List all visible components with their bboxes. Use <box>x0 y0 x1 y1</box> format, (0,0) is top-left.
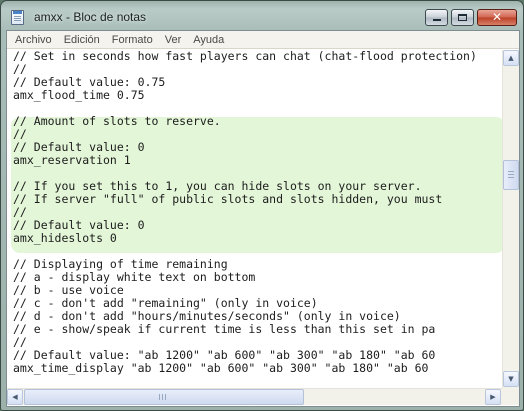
grip-icon <box>159 394 168 400</box>
maximize-button[interactable] <box>451 9 474 26</box>
arrow-left-icon: ◀ <box>12 393 18 401</box>
scrollbar-corner <box>502 388 519 405</box>
notepad-icon <box>11 10 24 25</box>
editor-line: // e - show/speak if current time is les… <box>13 322 436 336</box>
arrow-up-icon: ▲ <box>508 54 514 62</box>
editor-line: amx_reservation 1 <box>13 153 131 167</box>
caption-buttons: ✕ <box>425 9 517 26</box>
minimize-button[interactable] <box>425 9 448 26</box>
minimize-icon <box>433 19 441 21</box>
editor-line: // If server "full" of public slots and … <box>13 192 443 206</box>
window-title: amxx - Bloc de notas <box>34 10 147 24</box>
menu-archivo[interactable]: Archivo <box>9 32 58 48</box>
editor-line: amx_flood_time 0.75 <box>13 88 145 102</box>
scroll-up-button[interactable]: ▲ <box>503 50 519 66</box>
menu-ver[interactable]: Ver <box>159 32 188 48</box>
horizontal-scroll-thumb[interactable] <box>24 389 304 405</box>
scroll-down-button[interactable]: ▼ <box>503 371 519 387</box>
arrow-down-icon: ▼ <box>508 375 514 383</box>
close-icon: ✕ <box>491 10 503 24</box>
arrow-right-icon: ▶ <box>490 393 496 401</box>
editor-line: // Amount of slots to reserve. <box>13 114 221 128</box>
editor-line: amx_time_display "ab 1200" "ab 600" "ab … <box>13 361 429 375</box>
close-button[interactable]: ✕ <box>477 9 517 26</box>
menu-bar: Archivo Edición Formato Ver Ayuda <box>7 31 519 49</box>
title-bar[interactable]: amxx - Bloc de notas ✕ <box>1 1 523 30</box>
editor-text: // Set in seconds how fast players can c… <box>13 50 477 375</box>
vertical-scrollbar[interactable]: ▲ ▼ <box>502 50 519 388</box>
editor-line: // Set in seconds how fast players can c… <box>13 50 477 63</box>
scroll-left-button[interactable]: ◀ <box>7 389 23 405</box>
text-editor[interactable]: // Set in seconds how fast players can c… <box>7 50 502 388</box>
menu-formato[interactable]: Formato <box>106 32 159 48</box>
maximize-icon <box>458 14 467 21</box>
vertical-scroll-thumb[interactable] <box>503 160 519 190</box>
client-area: Archivo Edición Formato Ver Ayuda // Set… <box>6 30 520 407</box>
editor-line: amx_hideslots 0 <box>13 231 117 245</box>
grip-icon <box>508 171 514 180</box>
menu-ayuda[interactable]: Ayuda <box>187 32 230 48</box>
notepad-window: amxx - Bloc de notas ✕ Archivo Edición F… <box>0 0 524 411</box>
menu-edicion[interactable]: Edición <box>58 32 106 48</box>
scroll-right-button[interactable]: ▶ <box>485 389 501 405</box>
horizontal-scrollbar[interactable]: ◀ ▶ <box>7 388 502 405</box>
